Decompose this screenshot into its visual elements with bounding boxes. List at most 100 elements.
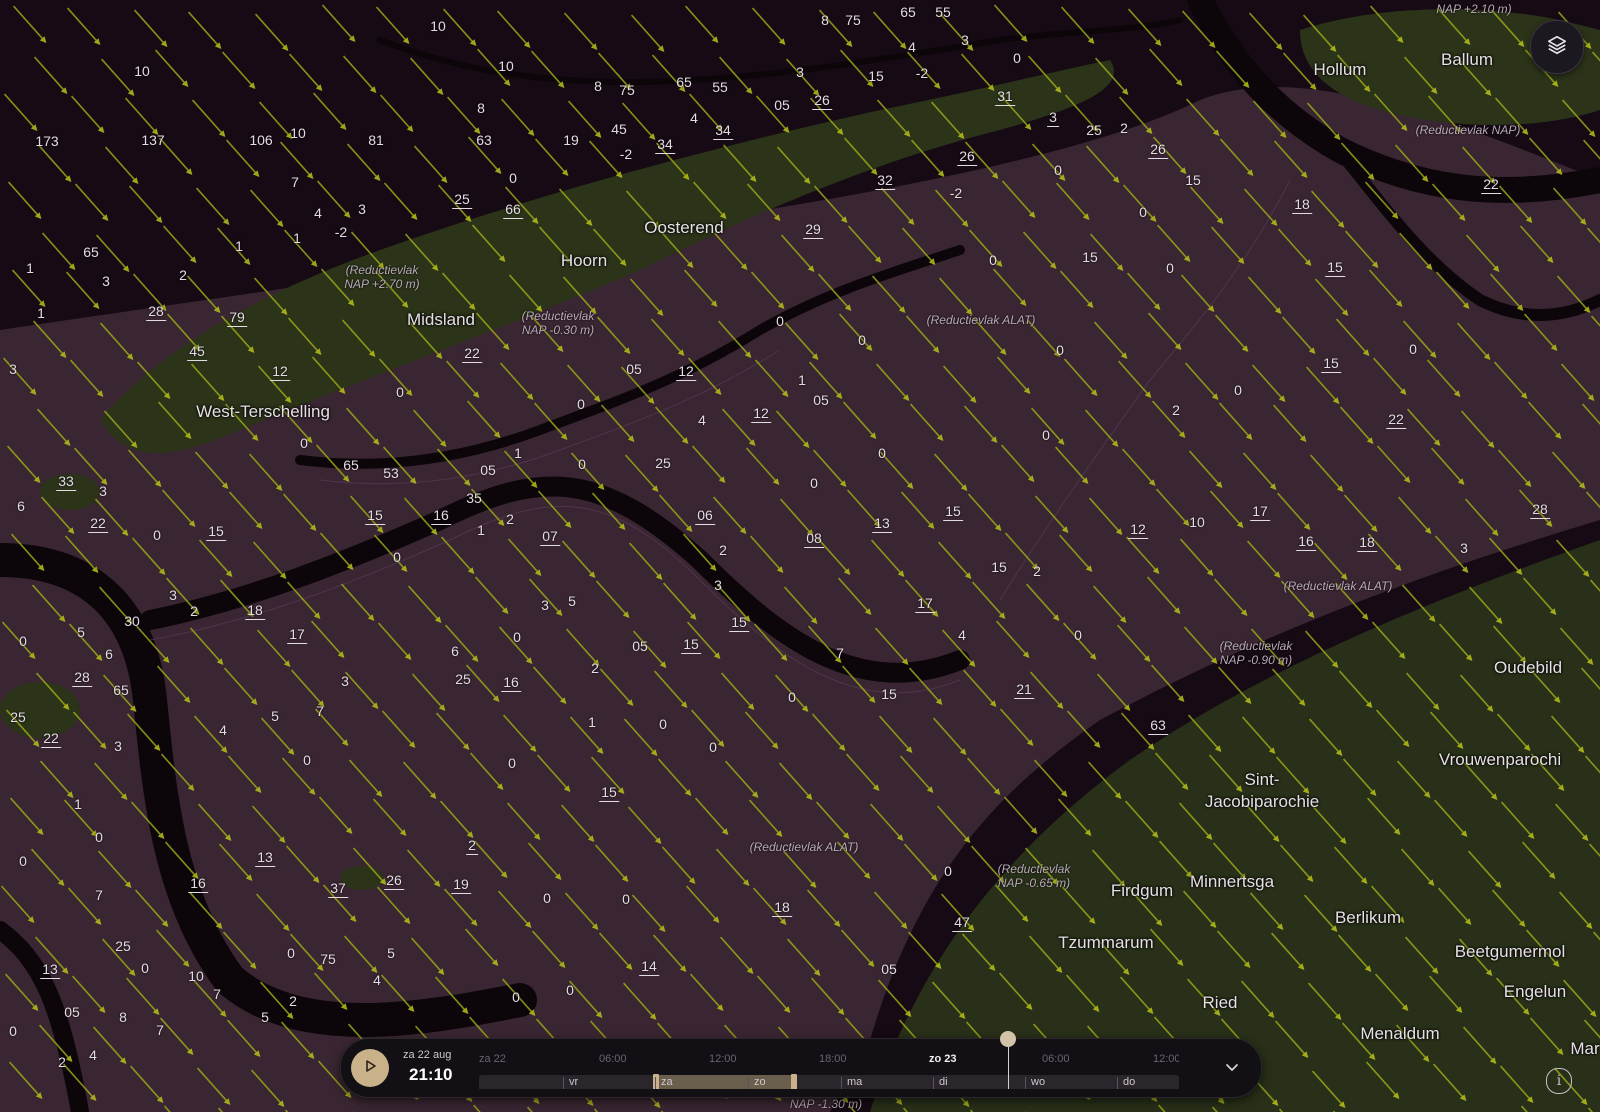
depth-sounding: 5: [271, 708, 279, 724]
day-tick: [563, 1077, 564, 1089]
reference-level-label: (Reductievlak NAP -0.65 m): [997, 862, 1071, 890]
depth-sounding: 47: [952, 914, 972, 932]
depth-sounding: 0: [287, 945, 295, 961]
depth-sounding: 53: [383, 465, 399, 481]
depth-sounding: 18: [1292, 196, 1312, 214]
depth-sounding: 0: [1054, 162, 1062, 178]
depth-sounding: 0: [709, 739, 717, 755]
depth-sounding: 0: [512, 989, 520, 1005]
depth-sounding: 55: [935, 4, 951, 20]
depth-sounding: 2: [591, 660, 599, 676]
depth-sounding: 1: [235, 238, 243, 254]
depth-sounding: 3: [9, 361, 17, 377]
depth-sounding: 1: [514, 445, 522, 461]
play-button[interactable]: [351, 1049, 389, 1087]
depth-sounding: 6: [17, 498, 25, 514]
day-label[interactable]: za: [661, 1076, 673, 1088]
range-start-handle[interactable]: [653, 1074, 659, 1089]
depth-sounding: 15: [943, 503, 963, 521]
depth-sounding: 25: [1086, 122, 1102, 138]
depth-sounding: 0: [1056, 342, 1064, 358]
depth-sounding: 1: [26, 260, 34, 276]
depth-sounding: 2: [289, 993, 297, 1009]
depth-sounding: 5: [568, 593, 576, 609]
day-tick: [1117, 1077, 1118, 1089]
day-label[interactable]: wo: [1031, 1076, 1045, 1088]
depth-sounding: 22: [41, 730, 61, 748]
depth-sounding: 13: [40, 961, 60, 979]
depth-sounding: 1: [798, 372, 806, 388]
reference-level-label: (Reductievlak NAP -0.90 m): [1219, 639, 1293, 667]
depth-sounding: 2: [190, 603, 198, 619]
day-label[interactable]: vr: [569, 1076, 578, 1088]
depth-sounding: 0: [300, 435, 308, 451]
depth-sounding: 0: [788, 689, 796, 705]
reference-level-label: NAP -1.30 m): [789, 1097, 863, 1111]
depth-sounding: 0: [9, 1023, 17, 1039]
day-tick: [655, 1077, 656, 1089]
depth-sounding: 45: [187, 343, 207, 361]
depth-sounding: 0: [393, 549, 401, 565]
depth-sounding: 0: [810, 475, 818, 491]
depth-sounding: 6: [105, 646, 113, 662]
depth-sounding: 12: [1128, 521, 1148, 539]
depth-sounding: 15: [681, 636, 701, 654]
depth-sounding: 2: [719, 542, 727, 558]
place-label: Oudebild: [1493, 658, 1563, 677]
depth-sounding: 1: [293, 230, 301, 246]
info-button[interactable]: i: [1546, 1068, 1572, 1094]
place-label: Sint-: [1244, 770, 1280, 789]
depth-sounding: 55: [712, 79, 728, 95]
depth-sounding: 0: [989, 252, 997, 268]
depth-sounding: 21: [1014, 681, 1034, 699]
time-cursor-handle[interactable]: [1000, 1031, 1016, 1047]
depth-sounding: 22: [1386, 411, 1406, 429]
depth-sounding: 25: [115, 938, 131, 954]
range-end-handle[interactable]: [791, 1074, 797, 1089]
day-label[interactable]: ma: [847, 1076, 862, 1088]
depth-sounding: 0: [878, 445, 886, 461]
expand-button[interactable]: [1223, 1058, 1241, 1076]
depth-sounding: 4: [908, 39, 916, 55]
day-label[interactable]: di: [939, 1076, 948, 1088]
place-label: Midsland: [406, 310, 476, 329]
depth-sounding: 5: [261, 1009, 269, 1025]
depth-sounding: 17: [915, 595, 935, 613]
depth-sounding: 22: [1481, 176, 1501, 194]
depth-sounding: 0: [141, 960, 149, 976]
depth-sounding: 7: [213, 986, 221, 1002]
depth-sounding: 1: [37, 305, 45, 321]
depth-sounding: 65: [113, 682, 129, 698]
depth-sounding: 0: [944, 863, 952, 879]
depth-sounding: 8: [477, 100, 485, 116]
depth-sounding: 25: [655, 455, 671, 471]
day-label[interactable]: do: [1123, 1076, 1135, 1088]
layers-button[interactable]: [1530, 20, 1584, 74]
play-icon: [362, 1058, 378, 1079]
depth-sounding: 0: [1166, 260, 1174, 276]
depth-sounding: 65: [83, 244, 99, 260]
depth-sounding: 3: [169, 587, 177, 603]
day-strip[interactable]: vr za zo ma di wo do: [479, 1074, 1179, 1089]
reference-level-label: (Reductievlak ALAT): [926, 313, 1036, 327]
depth-sounding: -2: [915, 65, 929, 81]
depth-sounding: 3: [114, 738, 122, 754]
depth-sounding: 12: [751, 405, 771, 423]
depth-sounding: 3: [1047, 109, 1059, 127]
depth-sounding: 1: [477, 522, 485, 538]
depth-sounding: 2: [58, 1054, 66, 1070]
hour-label: 12:00: [709, 1053, 737, 1065]
day-tick: [748, 1077, 749, 1089]
depth-sounding: 2: [179, 267, 187, 283]
depth-sounding: 79: [227, 309, 247, 327]
depth-sounding: 106: [249, 132, 273, 148]
place-label: Hollum: [1313, 60, 1367, 79]
day-label[interactable]: zo: [754, 1076, 766, 1088]
depth-sounding: 26: [812, 92, 832, 110]
depth-sounding: 13: [255, 849, 275, 867]
depth-sounding: 0: [19, 853, 27, 869]
depth-sounding: -2: [949, 185, 963, 201]
timeline-track[interactable]: za 22 06:00 12:00 18:00 zo 23 06:00 12:00 vr za…: [479, 1047, 1179, 1089]
depth-sounding: 2: [1172, 402, 1180, 418]
depth-sounding: 0: [1042, 427, 1050, 443]
